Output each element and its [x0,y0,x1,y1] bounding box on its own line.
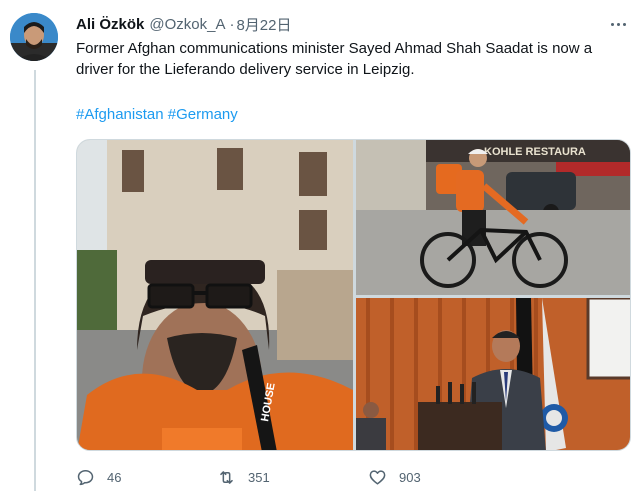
photo-press-conference[interactable] [356,298,630,450]
avatar-image [10,13,58,61]
heart-icon [369,469,386,485]
like-button[interactable]: 903 [368,465,421,489]
avatar[interactable] [10,13,58,61]
photo-cyclist[interactable]: KOHLE RESTAURA [356,140,630,295]
thread-line [34,70,36,491]
tweet-text: Former Afghan communications minister Sa… [76,40,593,78]
separator-dot: · [229,15,235,33]
tweet-actions: 46 351 903 [76,465,516,489]
restaurant-sign-text: KOHLE RESTAURA [484,146,586,158]
retweet-button[interactable]: 351 [217,465,270,489]
hashtag-germany[interactable]: #Germany [168,106,238,123]
retweet-count: 351 [248,469,270,485]
reply-count: 46 [107,469,122,485]
reply-button[interactable]: 46 [76,465,121,489]
photo-cyclist-image: KOHLE RESTAURA [356,140,630,295]
photo-selfie[interactable]: HOUSE [77,140,353,450]
retweet-icon [220,470,233,484]
author-handle[interactable]: @Ozkok_A [149,16,225,33]
hashtags: #Afghanistan #Germany [76,104,238,125]
tweet-header: Ali Özkök @Ozkok_A · 8月22日 [76,14,291,34]
photo-selfie-image: HOUSE [77,140,353,450]
media-grid: HOUSE KOHLE RESTAURA [76,139,631,451]
author-name[interactable]: Ali Özkök [76,16,144,33]
like-count: 903 [399,469,421,485]
tweet-date[interactable]: 8月22日 [236,14,291,35]
photo-press-conference-image [356,298,630,450]
more-options-icon[interactable] [605,14,631,34]
reply-icon [77,469,94,485]
hashtag-afghanistan[interactable]: #Afghanistan [76,106,164,123]
